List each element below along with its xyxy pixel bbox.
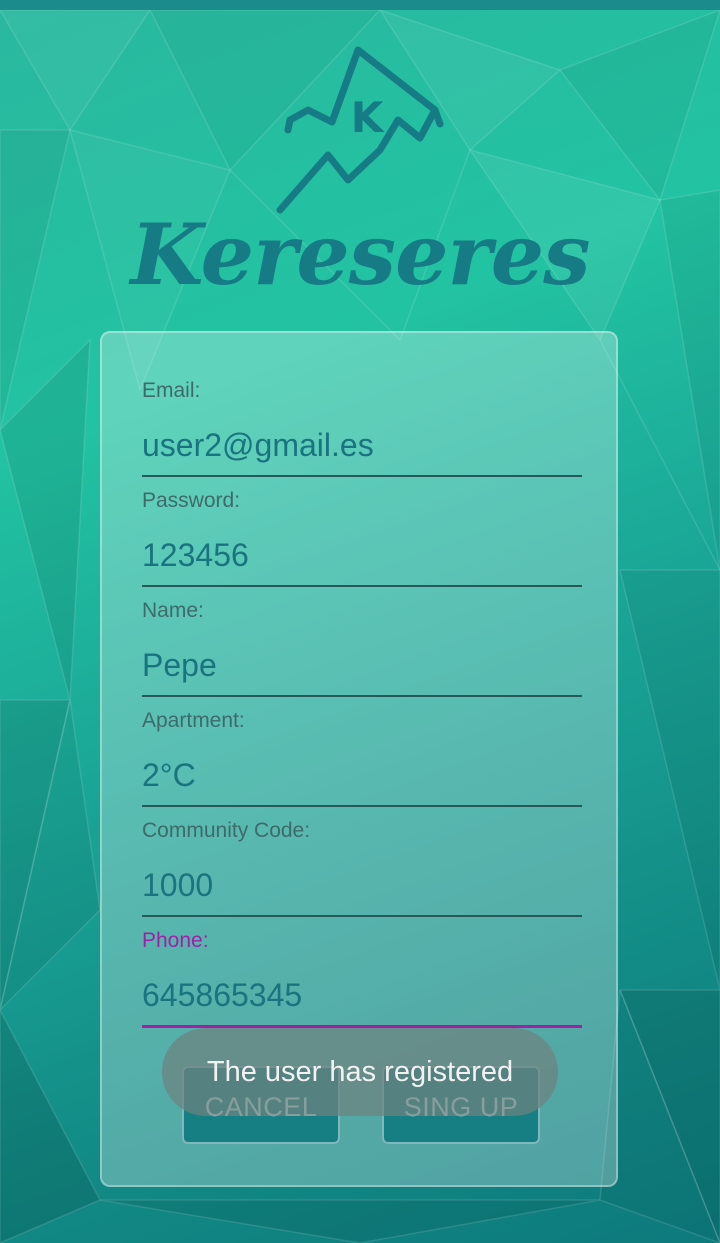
password-input[interactable]: 123456 xyxy=(142,537,582,573)
password-underline xyxy=(142,585,582,587)
community-code-input[interactable]: 1000 xyxy=(142,867,582,903)
apartment-underline xyxy=(142,805,582,807)
apartment-field[interactable]: Apartment: 2°C xyxy=(142,707,582,807)
phone-field[interactable]: Phone: 645865345 xyxy=(142,927,582,1028)
name-field[interactable]: Name: Pepe xyxy=(142,597,582,697)
toast-message: The user has registered xyxy=(162,1028,558,1116)
logo-icon: K xyxy=(276,46,444,214)
logo-letter: K xyxy=(351,93,385,142)
community-code-underline xyxy=(142,915,582,917)
apartment-input[interactable]: 2°C xyxy=(142,757,582,793)
phone-label: Phone: xyxy=(142,929,209,952)
community-code-field[interactable]: Community Code: 1000 xyxy=(142,817,582,917)
name-input[interactable]: Pepe xyxy=(142,647,582,683)
community-code-label: Community Code: xyxy=(142,819,311,842)
name-label: Name: xyxy=(142,599,204,622)
name-underline xyxy=(142,695,582,697)
password-label: Password: xyxy=(142,489,241,512)
phone-input[interactable]: 645865345 xyxy=(142,977,582,1013)
email-input[interactable]: user2@gmail.es xyxy=(142,427,582,463)
app-title: Kereseres xyxy=(130,205,590,304)
email-label: Email: xyxy=(142,379,201,402)
password-field[interactable]: Password: 123456 xyxy=(142,487,582,587)
status-bar xyxy=(0,0,720,10)
apartment-label: Apartment: xyxy=(142,709,245,732)
email-underline xyxy=(142,475,582,477)
email-field[interactable]: Email: user2@gmail.es xyxy=(142,377,582,477)
